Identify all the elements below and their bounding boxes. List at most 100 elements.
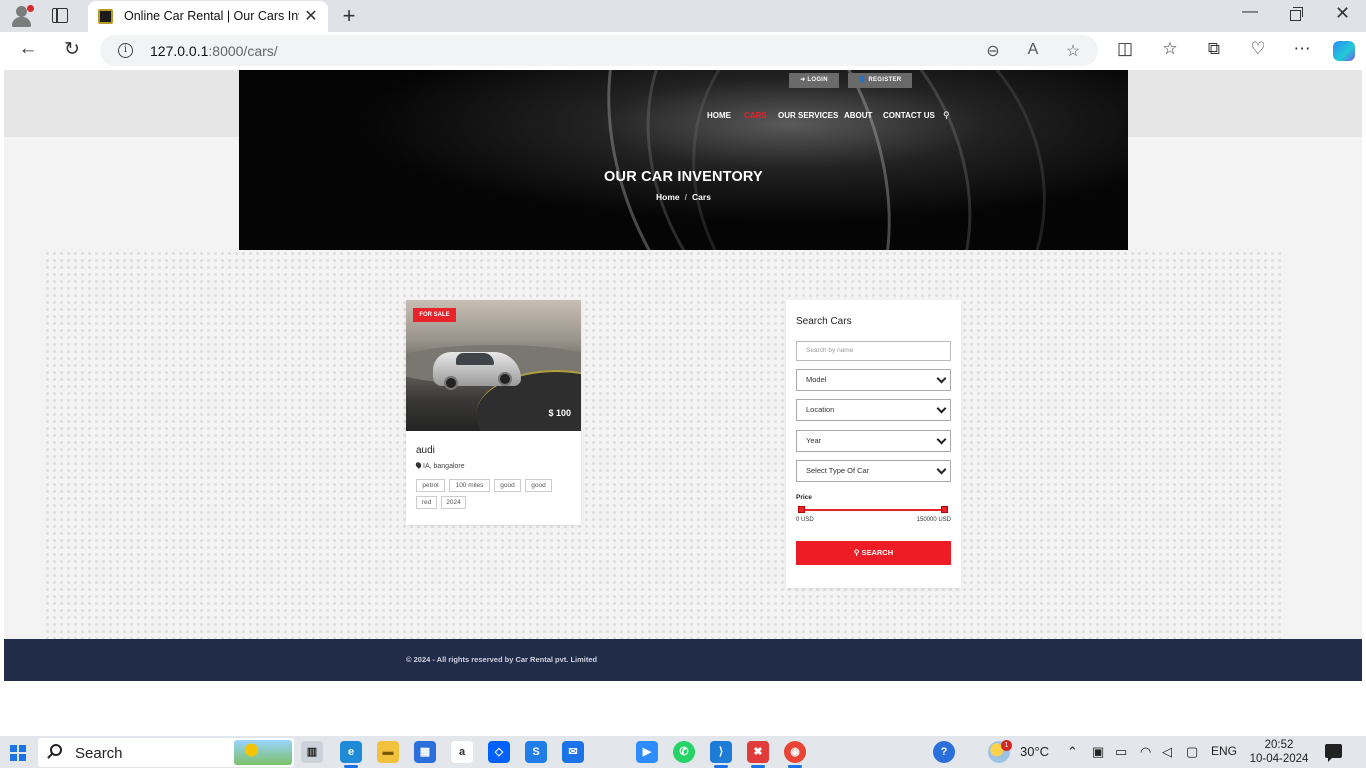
browser-tab-active[interactable]: Online Car Rental | Our Cars Inve ✕ xyxy=(88,1,328,32)
nav-contact-us[interactable]: CONTACT US xyxy=(883,111,935,120)
weather-notification-badge: 1 xyxy=(1001,740,1012,751)
back-arrow-icon[interactable]: ← xyxy=(16,38,40,60)
file-explorer-icon[interactable]: ▬ xyxy=(377,741,399,763)
chevron-down-icon xyxy=(936,373,947,384)
car-tag: 2024 xyxy=(441,496,466,509)
year-select[interactable]: Year xyxy=(796,430,951,452)
temperature-text[interactable]: 30°C xyxy=(1020,744,1049,759)
reload-icon[interactable]: ↻ xyxy=(60,38,84,61)
car-tag: petrol xyxy=(416,479,445,492)
login-button[interactable]: ➜ LOGIN xyxy=(789,73,839,88)
tab-actions-icon[interactable] xyxy=(52,8,68,23)
dropbox-icon[interactable]: ◇ xyxy=(488,741,510,763)
chevron-down-icon xyxy=(936,403,947,414)
volume-icon[interactable]: ◁ xyxy=(1162,744,1172,760)
split-screen-icon[interactable]: ◫ xyxy=(1113,39,1137,59)
car-tag: 100 miles xyxy=(449,479,490,492)
zoom-icon[interactable]: ▶ xyxy=(636,741,658,763)
edge-browser-icon[interactable]: e xyxy=(340,741,362,763)
browser-essentials-icon[interactable]: ♡ xyxy=(1246,39,1270,59)
notepad-icon[interactable]: a xyxy=(451,741,473,763)
copilot-icon[interactable] xyxy=(1333,41,1355,61)
mail-icon[interactable]: ✉ xyxy=(562,741,584,763)
display-icon[interactable]: ▢ xyxy=(1186,744,1198,760)
chrome-icon[interactable]: ◉ xyxy=(784,741,806,763)
car-tag: good xyxy=(525,479,552,492)
notifications-icon[interactable] xyxy=(1325,744,1342,762)
task-view-icon[interactable]: ▥ xyxy=(301,741,323,763)
xampp-icon[interactable]: ✖ xyxy=(747,741,769,763)
address-bar[interactable]: i 127.0.0.1:8000/cars/ ⊖ A ☆ xyxy=(100,35,1098,66)
car-tag: good xyxy=(494,479,521,492)
more-menu-icon[interactable]: ⋯ xyxy=(1290,39,1314,59)
profile-icon[interactable] xyxy=(10,5,34,27)
site-info-icon[interactable]: i xyxy=(118,43,133,58)
nav-home[interactable]: HOME xyxy=(707,111,731,120)
register-button[interactable]: 👤 REGISTER xyxy=(848,73,912,88)
for-sale-badge: FOR SALE xyxy=(413,308,456,322)
taskbar: Search ▥ e ▬ ▦ a ◇ S ✉ ▶ ✆ ⟩ ✖ ◉ ? 1 30°… xyxy=(0,736,1366,768)
tab-close-icon[interactable]: ✕ xyxy=(302,6,320,26)
chevron-down-icon xyxy=(936,464,947,475)
new-tab-button[interactable]: + xyxy=(339,3,359,29)
clock[interactable]: 20:52 10-04-2024 xyxy=(1249,738,1309,766)
car-location: IA, bangalore xyxy=(414,461,465,470)
hero-banner: ➜ LOGIN 👤 REGISTER HOME CARS OUR SERVICE… xyxy=(239,70,1128,250)
chevron-down-icon xyxy=(936,434,947,445)
car-card[interactable]: FOR SALE $ 100 audi IA, bangalore petrol… xyxy=(406,300,581,525)
search-panel-title: Search Cars xyxy=(796,316,852,327)
price-slider-min-handle[interactable] xyxy=(798,506,805,513)
search-icon[interactable]: ⚲ xyxy=(943,110,950,121)
whatsapp-icon[interactable]: ✆ xyxy=(673,741,695,763)
collections-icon[interactable]: ⧉ xyxy=(1202,39,1226,59)
zoom-out-icon[interactable]: ⊖ xyxy=(982,41,1004,61)
read-aloud-icon[interactable]: A xyxy=(1022,41,1044,59)
site-favicon-icon xyxy=(98,9,113,24)
search-button[interactable]: ⚲ SEARCH xyxy=(796,541,951,565)
language-indicator[interactable]: ENG xyxy=(1211,744,1237,758)
search-icon xyxy=(50,744,62,756)
search-cars-panel: Search Cars Search by name Model Locatio… xyxy=(786,300,961,588)
car-tag: red xyxy=(416,496,437,509)
favorites-icon[interactable]: ☆ xyxy=(1158,39,1182,59)
vscode-icon[interactable]: ⟩ xyxy=(710,741,732,763)
taskbar-search-box[interactable]: Search xyxy=(38,738,294,767)
tab-title: Online Car Rental | Our Cars Inve xyxy=(124,9,299,23)
microsoft-store-icon[interactable]: ▦ xyxy=(414,741,436,763)
location-select[interactable]: Location xyxy=(796,399,951,421)
price-max-value: 150000 USD xyxy=(916,517,951,523)
price-label: Price xyxy=(796,494,812,501)
nav-cars[interactable]: CARS xyxy=(744,111,767,120)
browser-tab-strip: Online Car Rental | Our Cars Inve ✕ + — … xyxy=(0,0,1366,32)
window-close-button[interactable]: ✕ xyxy=(1335,3,1350,24)
url-text[interactable]: 127.0.0.1:8000/cars/ xyxy=(150,43,278,59)
wifi-icon[interactable]: ◠ xyxy=(1140,744,1151,760)
page-title: OUR CAR INVENTORY xyxy=(604,169,763,185)
favorite-star-icon[interactable]: ☆ xyxy=(1062,41,1084,61)
help-icon[interactable]: ? xyxy=(933,741,955,763)
search-highlight-image xyxy=(234,740,292,765)
map-pin-icon xyxy=(414,461,423,469)
price-slider-track[interactable] xyxy=(799,509,947,511)
windows-start-icon[interactable] xyxy=(10,745,26,761)
car-price: $ 100 xyxy=(548,408,571,418)
car-name[interactable]: audi xyxy=(416,445,435,456)
search-name-input[interactable]: Search by name xyxy=(796,341,951,361)
meet-now-icon[interactable]: ▣ xyxy=(1092,744,1104,760)
window-restore-button[interactable] xyxy=(1290,7,1303,21)
chevron-up-icon[interactable]: ⌃ xyxy=(1067,744,1078,760)
price-min-value: 0 USD xyxy=(796,517,814,523)
nav-about[interactable]: ABOUT xyxy=(844,111,872,120)
world-map-background xyxy=(44,250,1284,640)
car-type-select[interactable]: Select Type Of Car xyxy=(796,460,951,482)
nav-our-services[interactable]: OUR SERVICES xyxy=(778,111,838,120)
copyright-text: © 2024 - All rights reserved by Car Rent… xyxy=(406,655,598,664)
breadcrumb: Home / Cars xyxy=(656,192,711,202)
breadcrumb-home[interactable]: Home xyxy=(656,192,680,202)
model-select[interactable]: Model xyxy=(796,369,951,391)
car-image[interactable]: FOR SALE $ 100 xyxy=(406,300,581,431)
window-minimize-button[interactable]: — xyxy=(1242,3,1258,21)
battery-icon[interactable]: ▭ xyxy=(1115,744,1127,760)
azure-data-icon[interactable]: S xyxy=(525,741,547,763)
price-slider-max-handle[interactable] xyxy=(941,506,948,513)
